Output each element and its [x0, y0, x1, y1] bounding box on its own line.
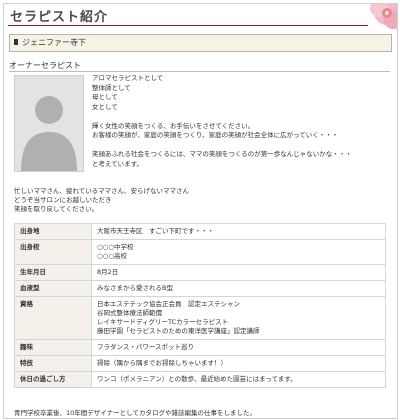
profile-value-line: フラダンス・パワースポット巡り	[97, 343, 195, 351]
profile-key: 出身校	[14, 239, 92, 265]
profile-value: 日本エステテック協会正会員 認定エステシャン 谷岡式整体療法師範價 レイキサードディ…	[91, 296, 386, 340]
section-title: オーナーセラピスト	[9, 61, 81, 70]
profile-value-line: みなさまから愛されるB型	[97, 284, 173, 292]
profile-value-line: ワンコ（ポメラニアン）との散歩、最近始めた園芸にはまってます。	[97, 375, 297, 383]
intro-line: 笑顔あふれる社会をつくるには、ママの笑顔をつくるのが第一歩なんじゃないかな・・・	[92, 150, 352, 158]
table-row: 生年月日 8月2日	[14, 264, 386, 281]
intro-line: アロマセラピストとして	[92, 74, 164, 82]
profile-value-line: レイキサードディグリーTCカラーセラピスト	[97, 318, 229, 326]
intro-line	[92, 112, 392, 122]
intro-line	[92, 141, 392, 151]
profile-value-line: ○○○中学校	[97, 243, 134, 251]
profile-value-line: 藤田学園「セラピストのための東洋医学講座」認定講師	[97, 327, 260, 335]
profile-key: 休日の過ごし方	[14, 371, 92, 388]
title-underline	[8, 25, 368, 26]
profile-value-line: 大阪市天王寺区 すごい下町です・・・	[97, 227, 214, 235]
therapist-name-box: ジェニファー寺下	[9, 34, 392, 52]
profile-table: 出身地 大阪市天王寺区 すごい下町です・・・ 出身校 ○○○中学校 ○○○高校 生年月日 8…	[14, 223, 386, 388]
intro-line: お客様の笑顔が、家庭の笑顔をつくり、家庭の笑顔が社会全体に広がっていく・・・	[92, 131, 339, 139]
intro-line: 輝く女性の笑顔をつくる、お手伝いをさせてください。	[92, 121, 255, 130]
profile-value-line: 谷岡式整体療法師範價	[97, 309, 162, 317]
table-row: 資格 日本エステテック協会正会員 認定エステシャン 谷岡式整体療法師範價 レイキサード…	[14, 296, 386, 340]
profile-key: 趣味	[14, 339, 92, 356]
intro-text-2: 忙しいママさん、疲れているママさん、安らげないママさん どうぞ当サロンにお越しいた…	[14, 187, 189, 214]
therapist-name: ジェニファー寺下	[22, 38, 86, 47]
profile-key: 出身地	[14, 223, 92, 240]
table-row: 血液型 みなさまから愛されるB型	[14, 280, 386, 297]
profile-key: 特技	[14, 355, 92, 372]
profile-avatar-icon	[14, 75, 84, 172]
profile-value-line: ○○○高校	[97, 252, 128, 260]
profile-value-line: 8月2日	[97, 268, 119, 276]
flower-decoration-icon	[370, 4, 397, 29]
profile-value: 掃除（隅から隅までお掃除しちゃいます！）	[91, 355, 386, 372]
table-row: 出身地 大阪市天王寺区 すごい下町です・・・	[14, 223, 386, 240]
intro-line: 女として	[92, 102, 118, 111]
section-divider	[9, 71, 390, 72]
intro2-line: どうぞ当サロンにお越しいただき	[14, 196, 112, 204]
intro2-line: 忙しいママさん、疲れているママさん、安らげないママさん	[14, 187, 190, 195]
profile-key: 血液型	[14, 280, 92, 297]
table-row: 休日の過ごし方 ワンコ（ポメラニアン）との散歩、最近始めた園芸にはまってます。	[14, 371, 386, 388]
profile-value: みなさまから愛されるB型	[91, 280, 386, 297]
intro-line: 母として	[92, 93, 118, 101]
profile-value: フラダンス・パワースポット巡り	[91, 339, 386, 356]
profile-value: ○○○中学校 ○○○高校	[91, 239, 386, 265]
footer-text: 青門学校卒業後、10年間デザイナーとしてカタログや雑誌編集の仕事をしました。	[14, 409, 256, 417]
profile-key: 生年月日	[14, 264, 92, 281]
bullet-icon	[14, 39, 18, 45]
profile-value: 大阪市天王寺区 すごい下町です・・・	[91, 223, 386, 240]
profile-value-line: 掃除（隅から隅までお掃除しちゃいます！）	[97, 359, 227, 367]
intro2-line: 笑顔を取り戻してください。	[14, 205, 99, 213]
page-title: セラピスト紹介	[10, 10, 109, 25]
table-row: 出身校 ○○○中学校 ○○○高校	[14, 239, 386, 265]
profile-value-line: 日本エステテック協会正会員 認定エステシャン	[97, 300, 240, 308]
intro-line: 整体師として	[92, 83, 131, 92]
profile-value: ワンコ（ポメラニアン）との散歩、最近始めた園芸にはまってます。	[91, 371, 386, 388]
profile-key: 資格	[14, 296, 92, 340]
profile-value: 8月2日	[91, 264, 386, 281]
page-frame: セラピスト紹介 ジェニファー寺下 オーナーセラピスト アロマセラピストとして 整体…	[3, 3, 398, 419]
table-row: 趣味 フラダンス・パワースポット巡り	[14, 339, 386, 356]
intro-line: と考えています。	[92, 159, 144, 168]
table-row: 特技 掃除（隅から隅までお掃除しちゃいます！）	[14, 355, 386, 372]
intro-text: アロマセラピストとして 整体師として 母として 女として輝く女性の笑顔をつくる、お手伝…	[92, 74, 392, 169]
